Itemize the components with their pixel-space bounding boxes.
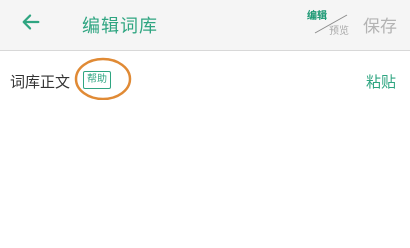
page-title: 编辑词库 — [82, 16, 158, 37]
preview-mode-label: 预览 — [329, 26, 349, 37]
section-header-row: 词库正文 帮助 粘贴 — [0, 64, 410, 98]
edit-preview-toggle[interactable]: 编辑 预览 — [307, 7, 353, 37]
highlight-circle — [74, 57, 132, 101]
arrow-left-icon — [20, 11, 42, 37]
back-button[interactable] — [16, 12, 46, 36]
section-label: 词库正文 — [10, 73, 71, 91]
paste-button[interactable]: 粘贴 — [366, 71, 396, 92]
save-button[interactable]: 保存 — [363, 12, 397, 37]
dictionary-text-editor[interactable] — [0, 100, 410, 248]
top-app-bar: 编辑词库 编辑 预览 保存 — [0, 0, 410, 51]
